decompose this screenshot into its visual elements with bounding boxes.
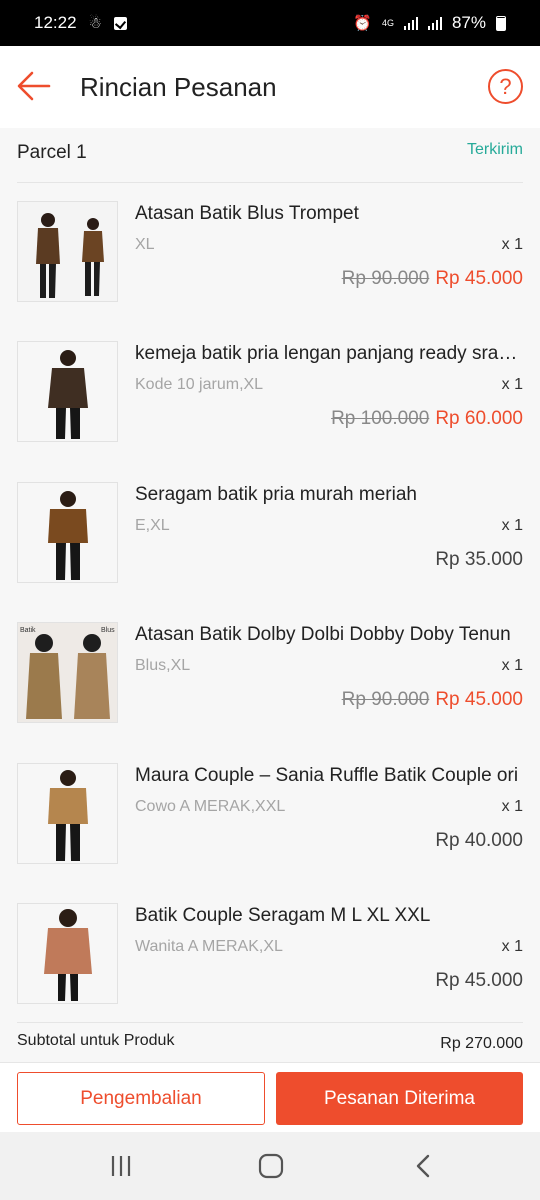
order-received-button[interactable]: Pesanan Diterima <box>276 1072 523 1125</box>
product-item[interactable]: Atasan Batik Blus Trompet XL x 1 Rp 90.0… <box>17 201 523 303</box>
product-quantity: x 1 <box>501 657 523 674</box>
signal-2-icon <box>427 16 442 30</box>
thumb-label-right: Blus <box>101 627 115 634</box>
product-price-group: Rp 45.000 <box>435 970 523 992</box>
battery-percent: 87% <box>451 13 486 32</box>
return-button[interactable]: Pengembalian <box>17 1072 265 1125</box>
page-title: Rincian Pesanan <box>80 72 277 102</box>
product-price: Rp 35.000 <box>435 549 523 570</box>
network-type-label: 4G <box>381 17 394 28</box>
product-variant: Wanita A MERAK,XL <box>135 938 283 955</box>
product-price: Rp 40.000 <box>435 830 523 851</box>
parcel-header: Parcel 1 Terkirim <box>17 128 523 183</box>
question-circle-icon: ? <box>499 73 512 99</box>
product-price: Rp 60.000 <box>435 408 523 429</box>
subtotal-row: Subtotal untuk Produk Rp 270.000 <box>17 1022 523 1062</box>
product-thumbnail <box>17 763 118 864</box>
notification-check-icon <box>114 16 127 30</box>
product-thumbnail <box>17 903 118 1004</box>
subtotal-label: Subtotal untuk Produk <box>17 1032 175 1049</box>
product-name: Atasan Batik Blus Trompet <box>135 203 359 224</box>
product-price-group: Rp 40.000 <box>435 830 523 852</box>
notification-person-icon: ☃ <box>88 14 102 32</box>
product-price: Rp 45.000 <box>435 268 523 289</box>
status-time: 12:22 <box>34 13 77 32</box>
status-right: ⏰ 4G 87% <box>353 13 506 33</box>
recent-apps-button[interactable] <box>101 1150 141 1182</box>
parcel-status: Terkirim <box>467 141 523 158</box>
product-item[interactable]: Batik Blus Atasan Batik Dolby Dolbi Dobb… <box>17 622 523 724</box>
signal-icon <box>403 16 418 30</box>
product-variant: XL <box>135 236 155 253</box>
product-original-price: Rp 100.000 <box>331 408 430 429</box>
product-name: Batik Couple Seragam M L XL XXL <box>135 905 431 926</box>
battery-icon <box>496 15 506 31</box>
product-variant: E,XL <box>135 517 170 534</box>
product-item[interactable]: kemeja batik pria lengan panjang ready s… <box>17 341 523 443</box>
product-quantity: x 1 <box>501 798 523 815</box>
product-variant: Kode 10 jarum,XL <box>135 376 264 393</box>
back-button[interactable] <box>16 68 52 104</box>
product-quantity: x 1 <box>501 236 523 253</box>
home-button[interactable] <box>251 1150 291 1182</box>
product-item[interactable]: Batik Couple Seragam M L XL XXL Wanita A… <box>17 903 523 1005</box>
status-bar: 12:22 ☃ ⏰ 4G 87% <box>0 0 540 46</box>
product-thumbnail <box>17 482 118 583</box>
system-back-button[interactable] <box>403 1150 443 1182</box>
product-price-group: Rp 100.000 Rp 60.000 <box>331 408 523 430</box>
product-item[interactable]: Seragam batik pria murah meriah E,XL x 1… <box>17 482 523 584</box>
product-price: Rp 45.000 <box>435 689 523 710</box>
order-details-content: Parcel 1 Terkirim Atasan Batik Blus Trom… <box>0 128 540 1062</box>
product-thumbnail: Batik Blus <box>17 622 118 723</box>
product-price: Rp 45.000 <box>435 970 523 991</box>
product-name: kemeja batik pria lengan panjang ready s… <box>135 343 523 364</box>
product-variant: Cowo A MERAK,XXL <box>135 798 286 815</box>
status-left: 12:22 ☃ <box>34 13 127 33</box>
product-quantity: x 1 <box>501 376 523 393</box>
product-name: Atasan Batik Dolby Dolbi Dobby Doby Tenu… <box>135 624 511 645</box>
thumb-label-left: Batik <box>20 627 36 634</box>
parcel-title: Parcel 1 <box>17 142 87 163</box>
product-thumbnail <box>17 201 118 302</box>
product-variant: Blus,XL <box>135 657 191 674</box>
action-bar: Pengembalian Pesanan Diterima <box>0 1062 540 1132</box>
product-price-group: Rp 90.000 Rp 45.000 <box>342 268 523 290</box>
home-icon <box>258 1153 284 1179</box>
help-button[interactable]: ? <box>488 69 523 104</box>
product-price-group: Rp 90.000 Rp 45.000 <box>342 689 523 711</box>
product-item[interactable]: Maura Couple – Sania Ruffle Batik Couple… <box>17 763 523 865</box>
product-quantity: x 1 <box>501 517 523 534</box>
subtotal-value: Rp 270.000 <box>440 1035 523 1052</box>
alarm-icon: ⏰ <box>353 14 372 32</box>
back-chevron-icon <box>416 1154 430 1178</box>
product-price-group: Rp 35.000 <box>435 549 523 571</box>
product-name: Seragam batik pria murah meriah <box>135 484 417 505</box>
product-thumbnail <box>17 341 118 442</box>
arrow-left-icon <box>17 71 51 101</box>
product-quantity: x 1 <box>501 938 523 955</box>
app-bar: Rincian Pesanan ? <box>0 46 540 128</box>
system-nav-bar <box>0 1132 540 1200</box>
product-original-price: Rp 90.000 <box>341 268 430 289</box>
recent-apps-icon <box>111 1156 131 1176</box>
product-name: Maura Couple – Sania Ruffle Batik Couple… <box>135 765 519 786</box>
product-original-price: Rp 90.000 <box>341 689 430 710</box>
